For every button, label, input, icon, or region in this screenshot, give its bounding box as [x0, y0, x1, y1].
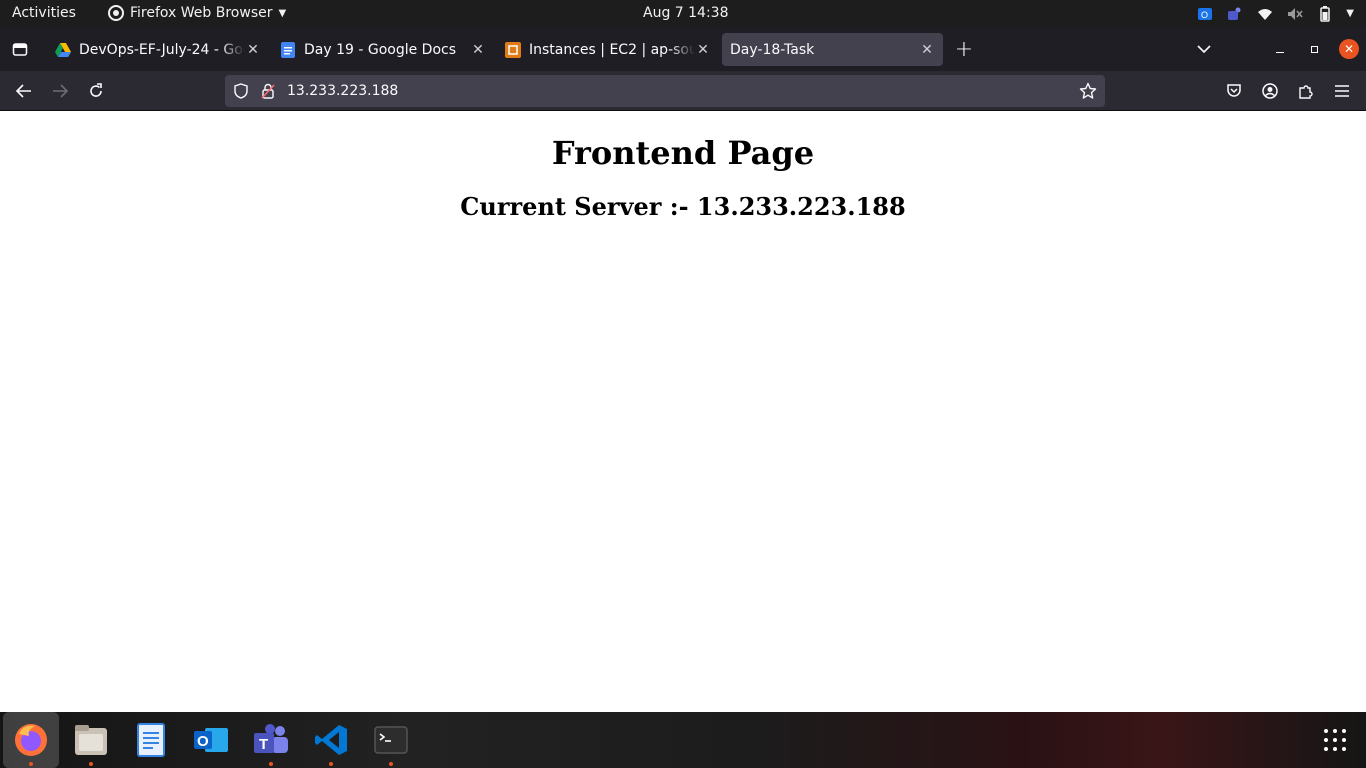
close-tab-icon[interactable]: ✕: [695, 42, 711, 58]
pocket-icon: [1227, 84, 1241, 97]
close-tab-icon[interactable]: ✕: [470, 42, 486, 58]
tab-title: Day 19 - Google Docs: [304, 41, 457, 58]
ubuntu-dock: O T: [0, 712, 1366, 768]
extensions-button[interactable]: [1292, 77, 1320, 105]
tab-strip: DevOps-EF-July-24 - Goo ✕ Day 19 - Googl…: [0, 27, 1366, 71]
clock[interactable]: Aug 7 14:38: [643, 5, 729, 21]
puzzle-piece-icon: [1299, 85, 1313, 99]
arrow-left-icon: [16, 84, 31, 98]
chevron-down-icon: ▼: [278, 7, 287, 19]
chevron-down-icon: [1197, 45, 1211, 53]
files-folder-icon: [75, 725, 107, 755]
tab-title: DevOps-EF-July-24 - Goo: [79, 41, 245, 58]
tab-title: Day-18-Task: [730, 41, 815, 58]
web-page-content: Frontend Page Current Server :- 13.233.2…: [0, 112, 1366, 712]
teams-tray-icon[interactable]: [1226, 5, 1244, 23]
activities-button[interactable]: Activities: [12, 5, 76, 21]
dock-outlook[interactable]: O: [183, 712, 239, 768]
firefox-view-icon: [12, 43, 28, 56]
dock-text-editor[interactable]: [123, 712, 179, 768]
running-indicator: [269, 762, 273, 766]
current-server-heading: Current Server :- 13.233.223.188: [460, 192, 906, 221]
minimize-button[interactable]: [1268, 35, 1292, 63]
maximize-button[interactable]: [1302, 35, 1326, 63]
url-text: 13.233.223.188: [287, 83, 399, 99]
show-applications-button[interactable]: [1307, 712, 1363, 768]
reload-icon: [90, 83, 102, 97]
aws-icon: [505, 41, 521, 58]
system-menu-chevron-icon[interactable]: ▼: [1346, 8, 1354, 19]
forward-button[interactable]: [46, 77, 74, 105]
app-menu-label: Firefox Web Browser: [130, 5, 273, 21]
firefox-icon: [15, 724, 47, 756]
google-docs-icon: [280, 41, 296, 58]
bookmark-star-icon[interactable]: [1079, 82, 1097, 104]
dock-vscode[interactable]: [303, 712, 359, 768]
tab-ec2-instances[interactable]: Instances | EC2 | ap-south ✕: [497, 33, 719, 66]
arrow-right-icon: [53, 84, 68, 98]
navigation-toolbar: 13.233.223.188: [0, 71, 1366, 111]
reload-button[interactable]: [82, 77, 110, 105]
insecure-lock-icon[interactable]: [261, 83, 275, 103]
close-tab-icon[interactable]: ✕: [245, 42, 261, 58]
tab-devops-drive[interactable]: DevOps-EF-July-24 - Goo ✕: [47, 33, 269, 66]
tab-day18-task[interactable]: Day-18-Task ✕: [722, 33, 943, 66]
dock-files[interactable]: [63, 712, 119, 768]
dock-firefox[interactable]: [3, 712, 59, 768]
running-indicator: [329, 762, 333, 766]
account-button[interactable]: [1256, 77, 1284, 105]
app-menu-button[interactable]: [1328, 77, 1356, 105]
running-indicator: [29, 762, 33, 766]
tracking-protection-shield-icon[interactable]: [233, 83, 249, 103]
gnome-top-bar: Activities Firefox Web Browser ▼ Aug 7 1…: [0, 0, 1366, 27]
svg-text:O: O: [197, 733, 209, 750]
firefox-view-button[interactable]: [6, 35, 34, 63]
teams-icon: T: [254, 724, 288, 753]
battery-icon[interactable]: [1316, 5, 1334, 23]
svg-text:O: O: [1201, 10, 1208, 20]
running-indicator: [89, 762, 93, 766]
page-heading: Frontend Page: [551, 134, 815, 172]
vscode-icon: [315, 725, 347, 755]
running-indicator: [389, 762, 393, 766]
outlook-tray-icon[interactable]: O: [1196, 5, 1214, 23]
dock-terminal[interactable]: [363, 712, 419, 768]
account-icon: [1262, 83, 1278, 99]
outlook-icon: O: [194, 728, 228, 752]
pocket-button[interactable]: [1220, 77, 1248, 105]
text-editor-icon: [137, 723, 165, 757]
system-tray[interactable]: O ▼: [1196, 4, 1354, 23]
list-all-tabs-button[interactable]: [1190, 35, 1218, 63]
svg-text:T: T: [259, 736, 268, 753]
terminal-icon: [374, 726, 408, 754]
minimize-icon: [1276, 51, 1284, 53]
new-tab-button[interactable]: +: [950, 35, 978, 63]
google-drive-icon: [55, 42, 71, 58]
dock-teams[interactable]: T: [243, 712, 299, 768]
firefox-small-icon: [108, 5, 124, 21]
close-icon: ✕: [1343, 42, 1355, 56]
close-tab-icon[interactable]: ✕: [919, 42, 935, 58]
app-menu[interactable]: Firefox Web Browser ▼: [108, 5, 286, 21]
app-grid-icon: [1324, 729, 1346, 751]
maximize-icon: [1310, 45, 1318, 53]
tab-day19-docs[interactable]: Day 19 - Google Docs ✕: [272, 33, 494, 66]
close-window-button[interactable]: ✕: [1339, 39, 1359, 59]
tab-title: Instances | EC2 | ap-south: [529, 41, 695, 58]
plus-icon: +: [954, 36, 974, 62]
volume-muted-icon[interactable]: [1286, 5, 1304, 23]
back-button[interactable]: [10, 77, 38, 105]
hamburger-menu-icon: [1335, 85, 1349, 97]
url-bar[interactable]: 13.233.223.188: [225, 75, 1105, 107]
wifi-icon[interactable]: [1256, 5, 1274, 23]
